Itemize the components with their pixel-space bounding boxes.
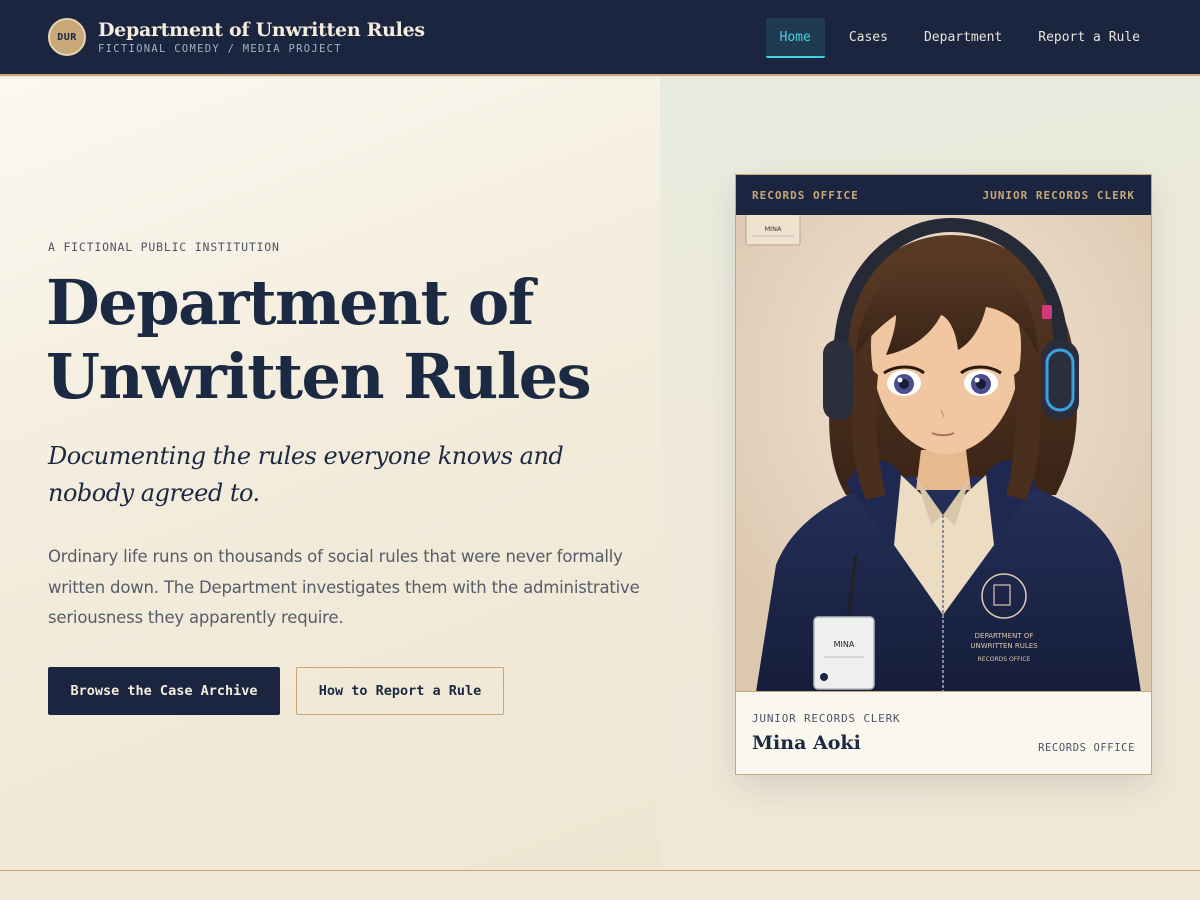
emblem-text-line-2: UNWRITTEN RULES bbox=[970, 642, 1038, 650]
staff-office: RECORDS OFFICE bbox=[1038, 742, 1135, 754]
card-header-office: RECORDS OFFICE bbox=[752, 188, 859, 202]
hero-title-line-1: Department of bbox=[46, 266, 534, 339]
site-title: Department of Unwritten Rules bbox=[98, 19, 425, 41]
nav-report-a-rule[interactable]: Report a Rule bbox=[1020, 18, 1158, 58]
nav-home[interactable]: Home bbox=[765, 18, 825, 58]
staff-card-header: RECORDS OFFICE JUNIOR RECORDS CLERK bbox=[736, 175, 1151, 215]
site-subtitle: FICTIONAL COMEDY / MEDIA PROJECT bbox=[98, 43, 342, 55]
brand[interactable]: DUR Department of Unwritten Rules FICTIO… bbox=[48, 18, 425, 56]
main-nav: Home Cases Department Report a Rule bbox=[765, 18, 1158, 58]
hero-eyebrow: A FICTIONAL PUBLIC INSTITUTION bbox=[48, 240, 280, 254]
emblem-text-line-1: DEPARTMENT OF bbox=[975, 632, 1034, 640]
next-section-preview bbox=[0, 871, 1200, 900]
staff-portrait-illustration: MINA MINA DEPARTMENT OF UNWRITTEN RULES … bbox=[736, 215, 1151, 692]
staff-name: Mina Aoki bbox=[752, 732, 861, 754]
nav-department[interactable]: Department bbox=[906, 18, 1020, 58]
brand-text: Department of Unwritten Rules FICTIONAL … bbox=[98, 19, 425, 55]
card-header-role: JUNIOR RECORDS CLERK bbox=[982, 188, 1135, 202]
lanyard-badge-name: MINA bbox=[834, 640, 855, 649]
nav-cases[interactable]: Cases bbox=[831, 18, 906, 58]
department-seal-logo: DUR bbox=[48, 18, 86, 56]
browse-case-archive-button[interactable]: Browse the Case Archive bbox=[48, 667, 280, 715]
hero-title-line-2: Unwritten Rules bbox=[46, 340, 592, 413]
hero-description: Ordinary life runs on thousands of socia… bbox=[48, 547, 640, 627]
records-tag-name: MINA bbox=[765, 225, 782, 233]
top-navigation-bar: DUR Department of Unwritten Rules FICTIO… bbox=[0, 0, 1200, 76]
hero-tagline: Documenting the rules everyone knows and… bbox=[48, 442, 564, 507]
emblem-text-line-3: RECORDS OFFICE bbox=[978, 656, 1031, 663]
staff-role: JUNIOR RECORDS CLERK bbox=[752, 712, 901, 725]
how-to-report-a-rule-button[interactable]: How to Report a Rule bbox=[296, 667, 504, 715]
staff-card: RECORDS OFFICE JUNIOR RECORDS CLERK MINA… bbox=[735, 174, 1152, 775]
hero-title: Department of Unwritten Rules bbox=[46, 266, 646, 414]
